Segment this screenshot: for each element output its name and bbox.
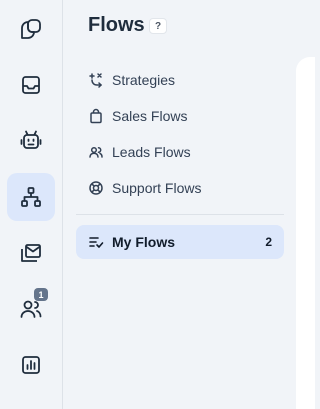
rail-button-bot[interactable] (7, 117, 55, 165)
rail-button-reports[interactable] (7, 341, 55, 389)
flows-icon (21, 187, 41, 207)
divider (76, 214, 284, 215)
rail-button-conversations[interactable] (7, 5, 55, 53)
lifebuoy-icon (89, 181, 103, 195)
rail-button-campaigns[interactable] (7, 229, 55, 277)
nav-item-sales-flows[interactable]: Sales Flows (76, 99, 284, 133)
nav-item-strategies[interactable]: Strategies (76, 63, 284, 97)
page-title: Flows (88, 14, 145, 36)
bot-icon (20, 130, 42, 149)
strategies-icon (89, 73, 103, 88)
reports-icon (22, 356, 40, 374)
nav-item-my-flows[interactable]: My Flows 2 (76, 225, 284, 259)
my-flows-count: 2 (265, 235, 272, 249)
nav-item-label: Leads Flows (112, 144, 191, 160)
rail-button-flows[interactable] (7, 173, 55, 221)
list-check-icon (89, 237, 104, 248)
nav-item-label: Sales Flows (112, 108, 188, 124)
rail-button-inbox[interactable] (7, 61, 55, 109)
nav-item-label: Strategies (112, 72, 176, 88)
shopping-bag-icon (90, 108, 102, 124)
chat-bubbles-icon (21, 19, 41, 39)
campaigns-icon (21, 244, 41, 262)
flows-panel: Flows ? Strategies Sales Flows Leads Flo… (64, 0, 296, 409)
contacts-badge: 1 (34, 288, 48, 301)
nav-item-label: My Flows (112, 234, 176, 250)
nav-item-leads-flows[interactable]: Leads Flows (76, 135, 284, 169)
main-content-area (296, 57, 315, 409)
nav-item-support-flows[interactable]: Support Flows (76, 171, 284, 205)
inbox-icon (22, 76, 40, 94)
icon-rail: 1 (0, 0, 63, 409)
users-icon (89, 146, 103, 158)
nav-item-label: Support Flows (112, 180, 202, 196)
help-button[interactable]: ? (149, 18, 167, 34)
rail-button-contacts[interactable]: 1 (7, 285, 55, 333)
